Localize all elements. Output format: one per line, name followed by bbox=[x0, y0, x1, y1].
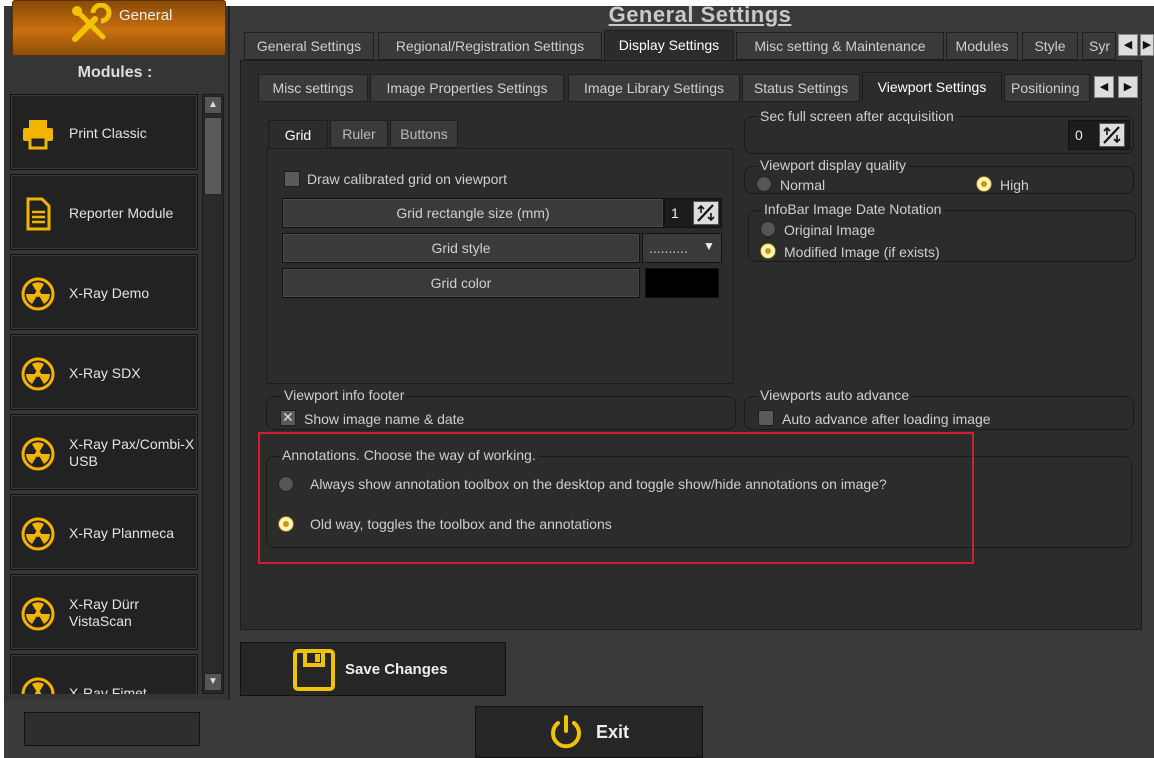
save-icon bbox=[293, 649, 335, 691]
modules-title: Modules : bbox=[77, 64, 153, 81]
grid-rect-size-label: Grid rectangle size (mm) bbox=[282, 198, 664, 228]
draw-grid-label: Draw calibrated grid on viewport bbox=[307, 171, 507, 187]
grid-color-label: Grid color bbox=[282, 268, 640, 298]
subtab-misc-settings[interactable]: Misc settings bbox=[258, 74, 368, 102]
tab-display-settings[interactable]: Display Settings bbox=[604, 30, 734, 60]
quality-normal-radio[interactable] bbox=[756, 176, 772, 192]
module-item-xray-fimet[interactable]: X-Ray Fimet bbox=[10, 654, 198, 694]
grid-color-swatch[interactable] bbox=[645, 268, 719, 298]
draw-grid-checkbox[interactable] bbox=[284, 171, 300, 187]
grid-style-value: .......... bbox=[649, 240, 688, 256]
auto-advance-title: Viewports auto advance bbox=[758, 387, 912, 403]
module-item-xray-sdx[interactable]: X-Ray SDX bbox=[10, 334, 198, 410]
subtabs-scroll-left-icon[interactable]: ◀ bbox=[1094, 76, 1114, 98]
footer-info-title: Viewport info footer bbox=[282, 387, 407, 403]
exit-button[interactable]: Exit bbox=[475, 706, 703, 758]
save-changes-button[interactable]: Save Changes bbox=[240, 642, 506, 696]
module-scrollbar[interactable]: ▲ ▼ bbox=[202, 94, 224, 694]
module-item-xray-durr[interactable]: X-Ray Dürr VistaScan bbox=[10, 574, 198, 650]
general-label: General bbox=[119, 7, 173, 24]
radiation-icon bbox=[21, 517, 55, 551]
scroll-down-icon[interactable]: ▼ bbox=[204, 673, 222, 691]
grid-tab-grid[interactable]: Grid bbox=[268, 120, 328, 150]
tab-style[interactable]: Style bbox=[1022, 32, 1078, 60]
save-label: Save Changes bbox=[345, 661, 448, 678]
tab-regional-settings[interactable]: Regional/Registration Settings bbox=[378, 32, 602, 60]
quality-high-radio[interactable] bbox=[976, 176, 992, 192]
display-quality-title: Viewport display quality bbox=[758, 157, 909, 173]
tab-general-settings[interactable]: General Settings bbox=[244, 32, 374, 60]
grid-tab-buttons[interactable]: Buttons bbox=[390, 120, 458, 148]
module-label: X-Ray Dürr VistaScan bbox=[69, 596, 140, 629]
subtab-image-library[interactable]: Image Library Settings bbox=[568, 74, 740, 102]
infobar-modified-label: Modified Image (if exists) bbox=[784, 244, 940, 260]
fullscreen-title: Sec full screen after acquisition bbox=[758, 108, 956, 124]
radiation-icon bbox=[21, 437, 55, 471]
auto-advance-checkbox[interactable] bbox=[758, 410, 774, 426]
module-label: Reporter Module bbox=[69, 204, 174, 221]
tab-syr[interactable]: Syr bbox=[1082, 32, 1116, 60]
tab-misc-maintenance[interactable]: Misc setting & Maintenance bbox=[736, 32, 944, 60]
stepper-icon[interactable] bbox=[1099, 123, 1125, 147]
infobar-modified-radio[interactable] bbox=[760, 243, 776, 259]
highlight-box bbox=[258, 432, 974, 564]
show-name-date-checkbox[interactable] bbox=[280, 409, 296, 426]
module-label: X-Ray Planmeca bbox=[69, 524, 175, 541]
document-icon bbox=[26, 197, 51, 231]
module-label: X-Ray Demo bbox=[69, 284, 150, 301]
grid-rect-size-value: 1 bbox=[671, 205, 679, 221]
infobar-original-radio[interactable] bbox=[760, 221, 776, 237]
subtab-status-settings[interactable]: Status Settings bbox=[742, 74, 860, 102]
grid-style-label: Grid style bbox=[282, 233, 640, 263]
subtabs-scroll-right-icon[interactable]: ▶ bbox=[1118, 76, 1138, 98]
tab-modules[interactable]: Modules bbox=[946, 32, 1018, 60]
printer-icon bbox=[23, 120, 53, 150]
stepper-icon[interactable] bbox=[693, 201, 719, 225]
radiation-icon bbox=[21, 277, 55, 311]
radiation-icon bbox=[21, 597, 55, 631]
module-list: Print Classic Reporter Module X-Ray Demo… bbox=[10, 90, 200, 694]
module-item-print-classic[interactable]: Print Classic bbox=[10, 94, 198, 170]
module-label: Print Classic bbox=[69, 124, 147, 141]
subtab-viewport-settings[interactable]: Viewport Settings bbox=[862, 72, 1002, 102]
status-box bbox=[24, 712, 200, 746]
fullscreen-value: 0 bbox=[1075, 127, 1083, 143]
exit-label: Exit bbox=[596, 722, 630, 742]
module-label: X-Ray Pax/Combi-X USB bbox=[69, 436, 195, 469]
show-name-date-label: Show image name & date bbox=[304, 411, 465, 427]
page-title: General Settings bbox=[608, 2, 792, 27]
tabs-scroll-left-icon[interactable]: ◀ bbox=[1118, 34, 1138, 56]
tools-icon bbox=[72, 3, 112, 42]
quality-normal-label: Normal bbox=[780, 177, 826, 193]
chevron-down-icon: ▼ bbox=[703, 239, 715, 253]
grid-rect-size-spinner[interactable]: 1 bbox=[664, 198, 722, 228]
radiation-icon bbox=[21, 677, 55, 694]
quality-high-label: High bbox=[1000, 177, 1029, 193]
module-item-reporter[interactable]: Reporter Module bbox=[10, 174, 198, 250]
auto-advance-label: Auto advance after loading image bbox=[782, 411, 991, 427]
infobar-original-label: Original Image bbox=[784, 222, 876, 238]
general-button[interactable]: General bbox=[12, 0, 226, 56]
module-item-xray-pax[interactable]: X-Ray Pax/Combi-X USB bbox=[10, 414, 198, 490]
module-label: X-Ray SDX bbox=[69, 364, 141, 381]
scroll-up-icon[interactable]: ▲ bbox=[204, 96, 222, 114]
fullscreen-spinner[interactable]: 0 bbox=[1068, 120, 1130, 150]
scroll-thumb[interactable] bbox=[204, 117, 222, 195]
module-label: X-Ray Fimet bbox=[69, 684, 147, 695]
grid-style-select[interactable]: .......... ▼ bbox=[642, 233, 722, 263]
power-icon bbox=[551, 715, 581, 749]
tabs-scroll-right-icon[interactable]: ▶ bbox=[1140, 34, 1154, 56]
subtab-positioning[interactable]: Positioning bbox=[1004, 74, 1090, 102]
radiation-icon bbox=[21, 357, 55, 391]
infobar-title: InfoBar Image Date Notation bbox=[762, 201, 944, 217]
subtab-image-properties[interactable]: Image Properties Settings bbox=[370, 74, 564, 102]
grid-tab-ruler[interactable]: Ruler bbox=[330, 120, 388, 148]
module-item-xray-planmeca[interactable]: X-Ray Planmeca bbox=[10, 494, 198, 570]
module-item-xray-demo[interactable]: X-Ray Demo bbox=[10, 254, 198, 330]
